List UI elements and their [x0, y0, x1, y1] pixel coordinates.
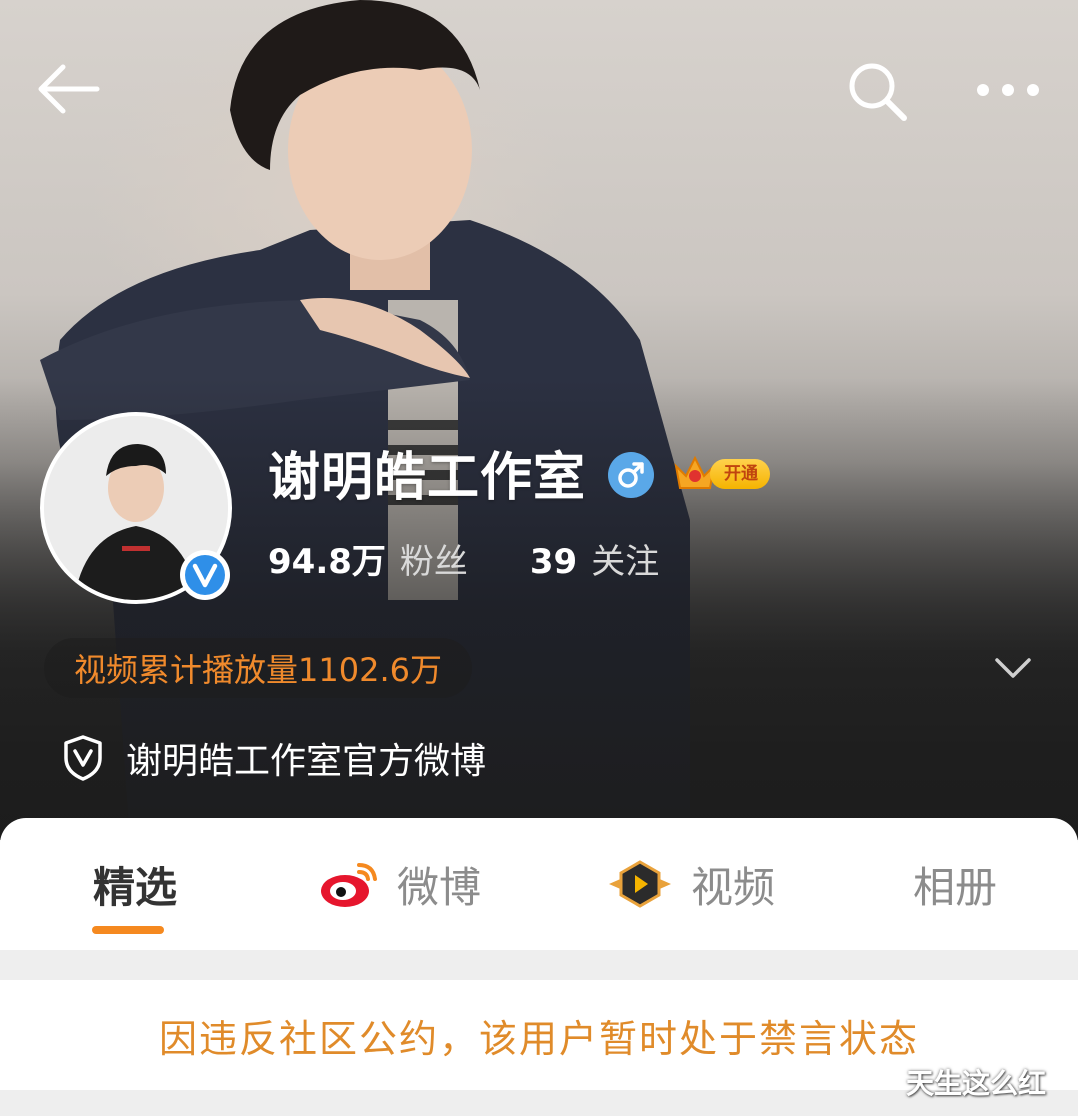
profile-tabs: 精选 微博 视频 相册 — [0, 818, 1078, 950]
tab-video[interactable]: 视频 — [596, 818, 786, 950]
following-stat[interactable]: 39 关注 — [530, 534, 659, 583]
chevron-down-icon — [995, 658, 1031, 678]
official-text: 谢明皓工作室官方微博 — [126, 741, 487, 782]
back-button[interactable] — [30, 58, 106, 120]
verified-badge — [180, 550, 230, 600]
official-verification: 谢明皓工作室官方微博 — [62, 728, 486, 788]
arrow-left-icon — [38, 64, 100, 114]
followers-label: 粉丝 — [399, 542, 468, 582]
search-icon — [849, 63, 907, 121]
video-plays-text: 视频累计播放量1102.6万 — [74, 651, 442, 689]
profile-stats: 94.8万 粉丝 39 关注 — [268, 534, 659, 584]
watermark-text: 天生这么红 — [906, 1067, 1047, 1100]
followers-count: 94.8万 — [268, 542, 386, 582]
male-icon — [618, 462, 644, 488]
section-divider — [0, 950, 1078, 980]
followers-stat[interactable]: 94.8万 粉丝 — [268, 534, 468, 583]
tab-label: 视频 — [690, 862, 775, 912]
mute-notice-text: 因违反社区公约，该用户暂时处于禁言状态 — [158, 1016, 919, 1061]
expand-button[interactable] — [990, 648, 1036, 688]
vip-open-badge[interactable]: 开通 — [672, 452, 770, 496]
following-count: 39 — [529, 542, 578, 582]
verified-v-icon — [185, 555, 225, 595]
profile-name: 谢明皓工作室 — [268, 448, 587, 508]
tab-label: 相册 — [912, 862, 997, 912]
active-tab-indicator — [92, 926, 164, 934]
tab-label: 微博 — [396, 862, 481, 912]
tab-weibo[interactable]: 微博 — [300, 818, 500, 950]
weibo-logo-icon — [319, 859, 379, 909]
video-plays-pill[interactable]: 视频累计播放量1102.6万 — [44, 638, 472, 698]
tab-label: 精选 — [92, 862, 177, 912]
video-play-icon — [607, 859, 673, 909]
following-label: 关注 — [591, 542, 660, 582]
more-dots-icon — [977, 84, 1039, 96]
gender-badge — [608, 452, 654, 498]
shield-v-icon — [64, 735, 102, 781]
vip-label: 开通 — [710, 459, 770, 489]
more-button[interactable] — [968, 60, 1048, 120]
search-button[interactable] — [842, 56, 912, 126]
tab-album[interactable]: 相册 — [880, 818, 1030, 950]
